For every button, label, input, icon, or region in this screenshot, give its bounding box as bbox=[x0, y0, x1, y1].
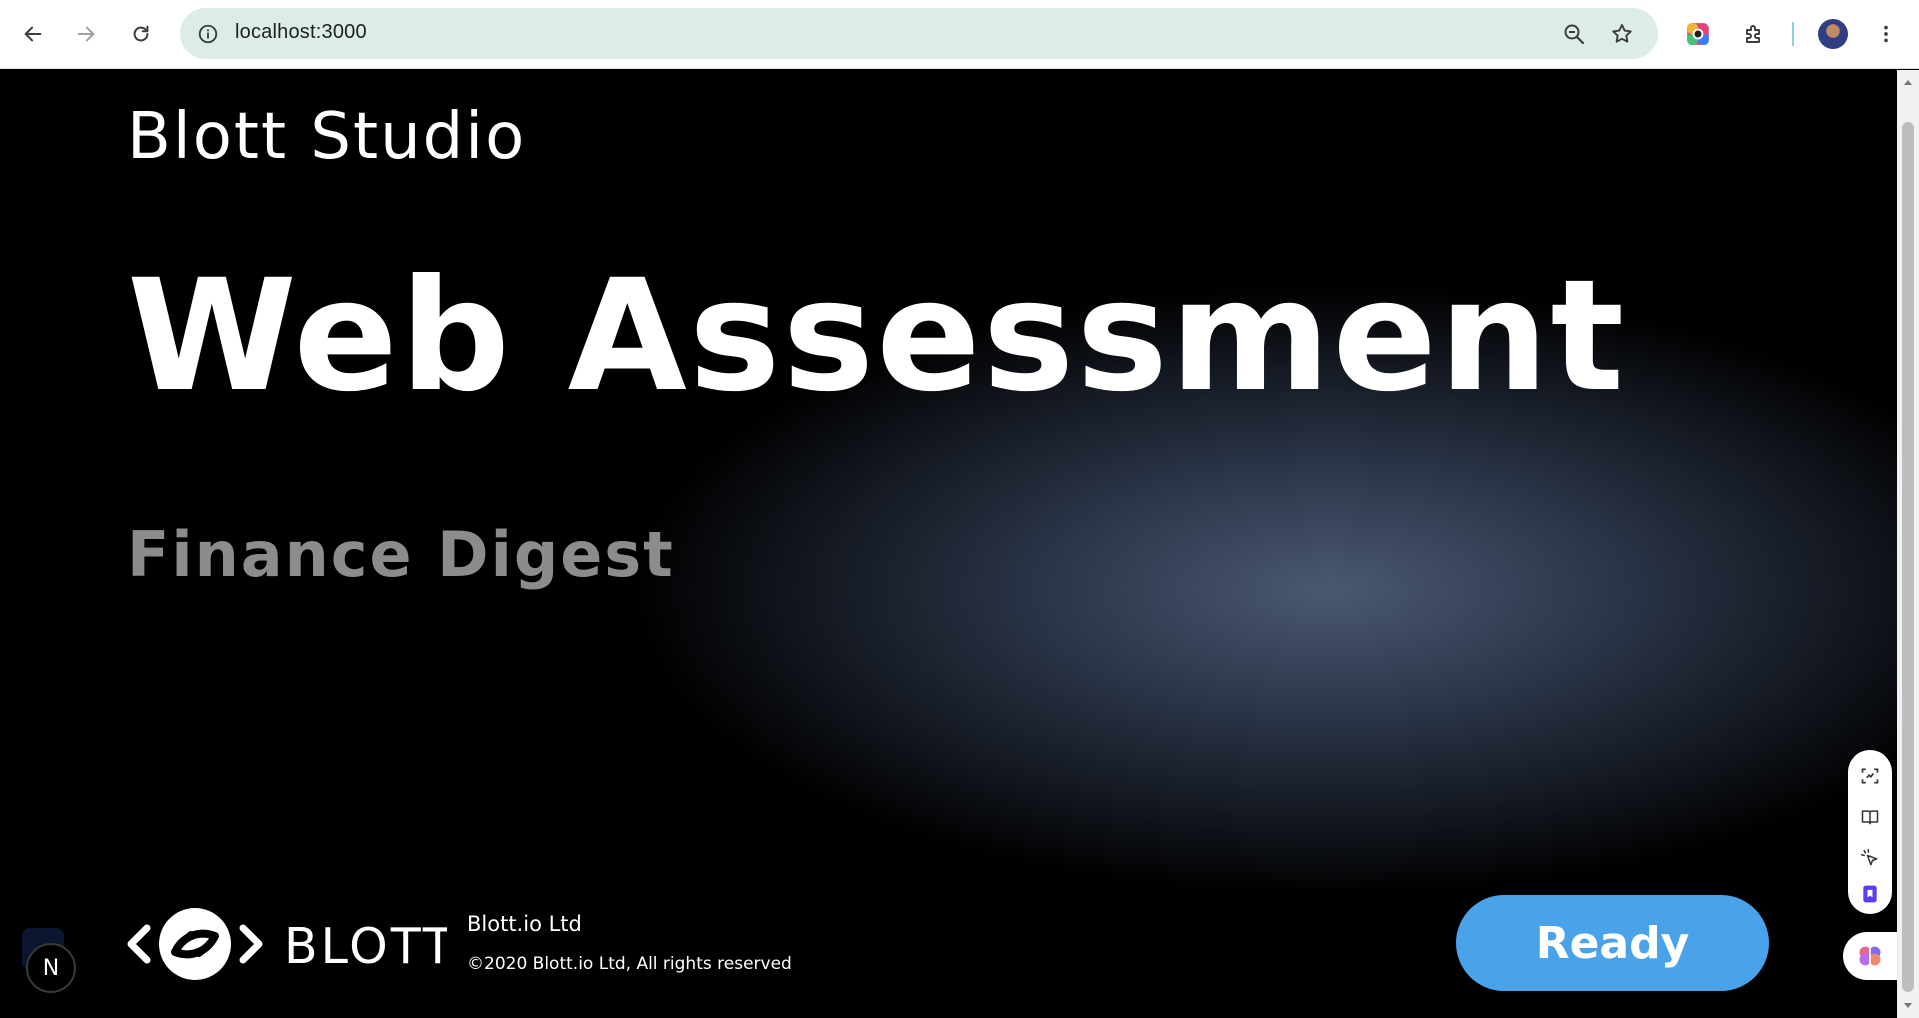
page-viewport: Blott Studio Web Assessment Finance Dige… bbox=[0, 70, 1897, 1018]
page-scrollbar[interactable] bbox=[1897, 70, 1919, 1018]
logo-wordmark: BLOTT bbox=[284, 918, 447, 975]
kebab-menu-icon[interactable] bbox=[1868, 16, 1904, 52]
reload-icon bbox=[133, 25, 149, 42]
puzzle-icon[interactable] bbox=[1736, 16, 1772, 52]
toolbar-divider bbox=[1792, 22, 1794, 46]
nextjs-dev-badge[interactable]: N bbox=[26, 943, 76, 993]
company-name: Blott.io Ltd bbox=[467, 912, 582, 936]
screenshot-icon[interactable] bbox=[1858, 764, 1882, 788]
arrow-left-icon bbox=[24, 26, 42, 42]
zoom-out-icon[interactable] bbox=[1558, 18, 1590, 50]
url-text[interactable]: localhost:3000 bbox=[235, 21, 367, 44]
brand-name: Blott Studio bbox=[127, 100, 527, 174]
scroll-thumb[interactable] bbox=[1902, 122, 1914, 992]
avatar[interactable] bbox=[1818, 19, 1848, 49]
forward-button[interactable] bbox=[66, 14, 106, 54]
copyright-text: ©2020 Blott.io Ltd, All rights reserved bbox=[467, 954, 792, 974]
page-title: Web Assessment bbox=[127, 247, 1627, 426]
color-extension-icon[interactable] bbox=[1680, 16, 1716, 52]
star-icon[interactable] bbox=[1606, 18, 1638, 50]
back-button[interactable] bbox=[13, 14, 53, 54]
scroll-up-icon[interactable] bbox=[1902, 76, 1914, 88]
info-icon[interactable] bbox=[194, 20, 221, 47]
cursor-click-icon[interactable] bbox=[1858, 846, 1882, 870]
reload-button[interactable] bbox=[121, 14, 161, 54]
book-icon[interactable] bbox=[1858, 805, 1882, 829]
scroll-down-icon[interactable] bbox=[1902, 1000, 1914, 1012]
bookmark-icon[interactable] bbox=[1858, 882, 1882, 906]
browser-toolbar: localhost:3000 bbox=[0, 0, 1919, 69]
address-bar[interactable]: localhost:3000 bbox=[180, 8, 1658, 59]
side-tools-panel bbox=[1848, 750, 1892, 914]
arrow-right-icon bbox=[77, 26, 95, 42]
ready-button[interactable]: Ready bbox=[1456, 895, 1769, 991]
ai-brain-icon[interactable] bbox=[1843, 932, 1897, 980]
page-subtitle: Finance Digest bbox=[127, 518, 675, 591]
blott-logo: BLOTT bbox=[127, 902, 453, 986]
